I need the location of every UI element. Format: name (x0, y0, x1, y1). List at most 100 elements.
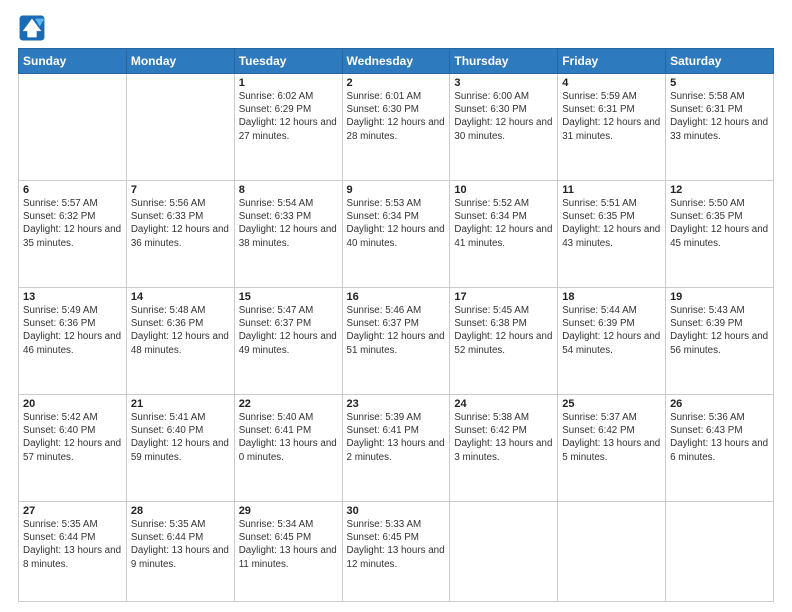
logo (18, 14, 50, 42)
day-number: 13 (23, 291, 122, 303)
day-number: 30 (347, 505, 446, 517)
dow-header: Sunday (19, 49, 127, 74)
dow-header: Thursday (450, 49, 558, 74)
day-number: 12 (670, 184, 769, 196)
day-number: 10 (454, 184, 553, 196)
day-info: Sunrise: 5:33 AM Sunset: 6:45 PM Dayligh… (347, 518, 446, 571)
calendar-cell: 1Sunrise: 6:02 AM Sunset: 6:29 PM Daylig… (234, 74, 342, 181)
page: SundayMondayTuesdayWednesdayThursdayFrid… (0, 0, 792, 612)
calendar-cell: 8Sunrise: 5:54 AM Sunset: 6:33 PM Daylig… (234, 181, 342, 288)
day-info: Sunrise: 5:50 AM Sunset: 6:35 PM Dayligh… (670, 197, 769, 250)
day-info: Sunrise: 5:37 AM Sunset: 6:42 PM Dayligh… (562, 411, 661, 464)
day-info: Sunrise: 5:43 AM Sunset: 6:39 PM Dayligh… (670, 304, 769, 357)
calendar-week-row: 13Sunrise: 5:49 AM Sunset: 6:36 PM Dayli… (19, 288, 774, 395)
day-info: Sunrise: 5:39 AM Sunset: 6:41 PM Dayligh… (347, 411, 446, 464)
calendar-cell: 23Sunrise: 5:39 AM Sunset: 6:41 PM Dayli… (342, 395, 450, 502)
day-number: 2 (347, 77, 446, 89)
dow-header: Friday (558, 49, 666, 74)
day-info: Sunrise: 5:54 AM Sunset: 6:33 PM Dayligh… (239, 197, 338, 250)
day-info: Sunrise: 5:47 AM Sunset: 6:37 PM Dayligh… (239, 304, 338, 357)
day-info: Sunrise: 5:46 AM Sunset: 6:37 PM Dayligh… (347, 304, 446, 357)
day-info: Sunrise: 5:42 AM Sunset: 6:40 PM Dayligh… (23, 411, 122, 464)
calendar-cell (558, 502, 666, 602)
calendar-cell: 9Sunrise: 5:53 AM Sunset: 6:34 PM Daylig… (342, 181, 450, 288)
day-info: Sunrise: 5:57 AM Sunset: 6:32 PM Dayligh… (23, 197, 122, 250)
dow-header: Saturday (666, 49, 774, 74)
day-number: 24 (454, 398, 553, 410)
logo-icon (18, 14, 46, 42)
day-info: Sunrise: 5:58 AM Sunset: 6:31 PM Dayligh… (670, 90, 769, 143)
day-info: Sunrise: 6:02 AM Sunset: 6:29 PM Dayligh… (239, 90, 338, 143)
day-info: Sunrise: 5:51 AM Sunset: 6:35 PM Dayligh… (562, 197, 661, 250)
dow-header: Tuesday (234, 49, 342, 74)
day-info: Sunrise: 5:41 AM Sunset: 6:40 PM Dayligh… (131, 411, 230, 464)
day-info: Sunrise: 5:44 AM Sunset: 6:39 PM Dayligh… (562, 304, 661, 357)
calendar-cell (666, 502, 774, 602)
day-number: 26 (670, 398, 769, 410)
day-number: 14 (131, 291, 230, 303)
day-info: Sunrise: 5:45 AM Sunset: 6:38 PM Dayligh… (454, 304, 553, 357)
day-number: 17 (454, 291, 553, 303)
day-info: Sunrise: 5:53 AM Sunset: 6:34 PM Dayligh… (347, 197, 446, 250)
calendar-cell: 6Sunrise: 5:57 AM Sunset: 6:32 PM Daylig… (19, 181, 127, 288)
calendar-cell: 17Sunrise: 5:45 AM Sunset: 6:38 PM Dayli… (450, 288, 558, 395)
calendar-cell: 3Sunrise: 6:00 AM Sunset: 6:30 PM Daylig… (450, 74, 558, 181)
day-info: Sunrise: 5:35 AM Sunset: 6:44 PM Dayligh… (23, 518, 122, 571)
calendar-cell: 28Sunrise: 5:35 AM Sunset: 6:44 PM Dayli… (126, 502, 234, 602)
calendar-cell: 7Sunrise: 5:56 AM Sunset: 6:33 PM Daylig… (126, 181, 234, 288)
day-number: 25 (562, 398, 661, 410)
calendar-week-row: 6Sunrise: 5:57 AM Sunset: 6:32 PM Daylig… (19, 181, 774, 288)
day-number: 16 (347, 291, 446, 303)
day-number: 28 (131, 505, 230, 517)
calendar-cell: 10Sunrise: 5:52 AM Sunset: 6:34 PM Dayli… (450, 181, 558, 288)
dow-header: Wednesday (342, 49, 450, 74)
calendar-cell: 5Sunrise: 5:58 AM Sunset: 6:31 PM Daylig… (666, 74, 774, 181)
calendar-cell: 21Sunrise: 5:41 AM Sunset: 6:40 PM Dayli… (126, 395, 234, 502)
day-number: 6 (23, 184, 122, 196)
calendar-cell: 14Sunrise: 5:48 AM Sunset: 6:36 PM Dayli… (126, 288, 234, 395)
day-number: 20 (23, 398, 122, 410)
day-number: 15 (239, 291, 338, 303)
calendar-cell: 19Sunrise: 5:43 AM Sunset: 6:39 PM Dayli… (666, 288, 774, 395)
day-info: Sunrise: 5:35 AM Sunset: 6:44 PM Dayligh… (131, 518, 230, 571)
day-number: 18 (562, 291, 661, 303)
dow-header: Monday (126, 49, 234, 74)
day-info: Sunrise: 5:34 AM Sunset: 6:45 PM Dayligh… (239, 518, 338, 571)
calendar-week-row: 1Sunrise: 6:02 AM Sunset: 6:29 PM Daylig… (19, 74, 774, 181)
calendar-cell: 24Sunrise: 5:38 AM Sunset: 6:42 PM Dayli… (450, 395, 558, 502)
calendar-cell: 26Sunrise: 5:36 AM Sunset: 6:43 PM Dayli… (666, 395, 774, 502)
calendar-cell: 25Sunrise: 5:37 AM Sunset: 6:42 PM Dayli… (558, 395, 666, 502)
calendar-cell: 27Sunrise: 5:35 AM Sunset: 6:44 PM Dayli… (19, 502, 127, 602)
day-number: 23 (347, 398, 446, 410)
day-info: Sunrise: 5:59 AM Sunset: 6:31 PM Dayligh… (562, 90, 661, 143)
calendar-cell: 13Sunrise: 5:49 AM Sunset: 6:36 PM Dayli… (19, 288, 127, 395)
calendar-cell: 15Sunrise: 5:47 AM Sunset: 6:37 PM Dayli… (234, 288, 342, 395)
day-info: Sunrise: 5:49 AM Sunset: 6:36 PM Dayligh… (23, 304, 122, 357)
calendar-cell: 29Sunrise: 5:34 AM Sunset: 6:45 PM Dayli… (234, 502, 342, 602)
day-number: 27 (23, 505, 122, 517)
calendar-cell (450, 502, 558, 602)
calendar-cell: 30Sunrise: 5:33 AM Sunset: 6:45 PM Dayli… (342, 502, 450, 602)
day-number: 21 (131, 398, 230, 410)
day-number: 22 (239, 398, 338, 410)
calendar-cell (19, 74, 127, 181)
day-number: 5 (670, 77, 769, 89)
calendar-cell: 16Sunrise: 5:46 AM Sunset: 6:37 PM Dayli… (342, 288, 450, 395)
calendar-cell: 4Sunrise: 5:59 AM Sunset: 6:31 PM Daylig… (558, 74, 666, 181)
day-number: 29 (239, 505, 338, 517)
day-info: Sunrise: 5:56 AM Sunset: 6:33 PM Dayligh… (131, 197, 230, 250)
day-number: 19 (670, 291, 769, 303)
day-info: Sunrise: 5:40 AM Sunset: 6:41 PM Dayligh… (239, 411, 338, 464)
calendar-cell: 22Sunrise: 5:40 AM Sunset: 6:41 PM Dayli… (234, 395, 342, 502)
day-info: Sunrise: 5:52 AM Sunset: 6:34 PM Dayligh… (454, 197, 553, 250)
calendar-cell: 18Sunrise: 5:44 AM Sunset: 6:39 PM Dayli… (558, 288, 666, 395)
day-number: 7 (131, 184, 230, 196)
calendar-table: SundayMondayTuesdayWednesdayThursdayFrid… (18, 48, 774, 602)
day-number: 4 (562, 77, 661, 89)
calendar-cell: 2Sunrise: 6:01 AM Sunset: 6:30 PM Daylig… (342, 74, 450, 181)
calendar-week-row: 20Sunrise: 5:42 AM Sunset: 6:40 PM Dayli… (19, 395, 774, 502)
calendar-body: 1Sunrise: 6:02 AM Sunset: 6:29 PM Daylig… (19, 74, 774, 602)
day-number: 9 (347, 184, 446, 196)
day-of-week-row: SundayMondayTuesdayWednesdayThursdayFrid… (19, 49, 774, 74)
day-number: 1 (239, 77, 338, 89)
